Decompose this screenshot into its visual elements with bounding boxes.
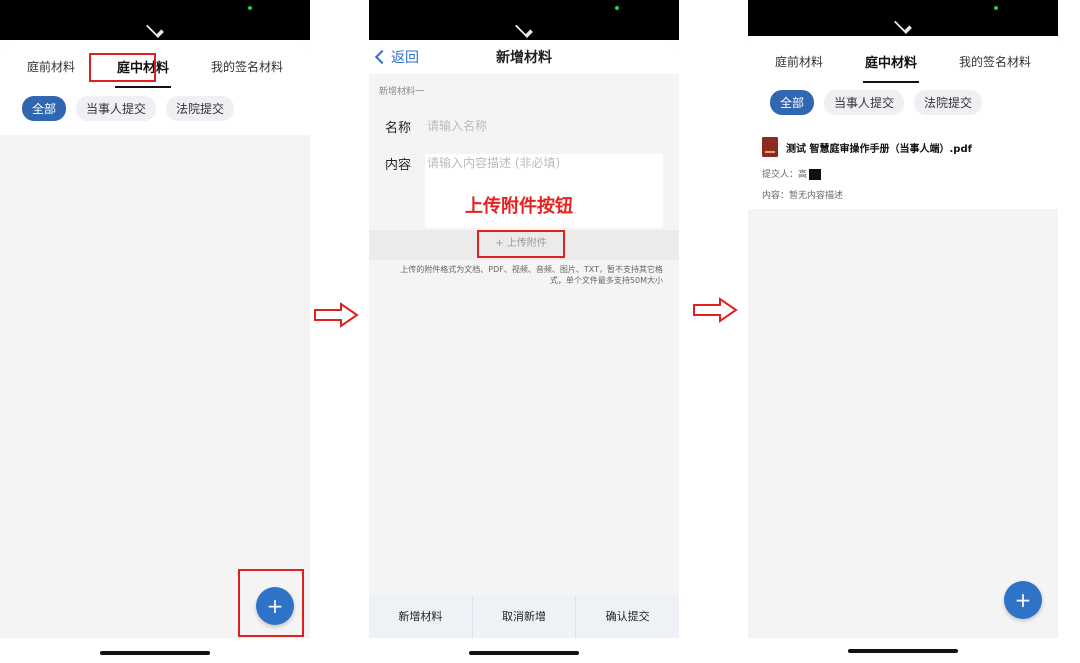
next-step-arrow-icon bbox=[693, 297, 738, 323]
phone-screen-materials-list: 庭前材料 庭中材料 我的签名材料 全部 当事人提交 法院提交 测试 智慧庭审操作… bbox=[748, 0, 1058, 663]
home-indicator bbox=[848, 649, 958, 653]
filter-all[interactable]: 全部 bbox=[22, 96, 67, 121]
cancel-add-action[interactable]: 取消新增 bbox=[473, 596, 577, 638]
filter-chips: 全部 当事人提交 法院提交 bbox=[748, 86, 1058, 129]
filter-all[interactable]: 全部 bbox=[770, 90, 815, 115]
material-tabs: 庭前材料 庭中材料 我的签名材料 bbox=[748, 36, 1058, 86]
tab-my-signed[interactable]: 我的签名材料 bbox=[955, 49, 1035, 74]
filter-court[interactable]: 法院提交 bbox=[166, 96, 235, 121]
content-textarea[interactable]: 请输入内容描述 (非必填) 上传附件按钮 bbox=[425, 154, 663, 228]
file-title: 测试 智慧庭审操作手册（当事人端）.pdf bbox=[762, 137, 1044, 157]
tab-intrial[interactable]: 庭中材料 bbox=[861, 48, 921, 83]
materials-sheet: 庭前材料 庭中材料 我的签名材料 全部 当事人提交 法院提交 + bbox=[0, 40, 310, 638]
status-bar bbox=[748, 0, 1058, 36]
sheet-header: 庭前材料 庭中材料 我的签名材料 全部 当事人提交 法院提交 bbox=[748, 36, 1058, 129]
back-button[interactable]: 返回 bbox=[374, 47, 419, 67]
tab-pretrial[interactable]: 庭前材料 bbox=[771, 49, 827, 74]
page-title: 新增材料 bbox=[496, 50, 552, 66]
phone-screen-materials-empty: 庭前材料 庭中材料 我的签名材料 全部 当事人提交 法院提交 + bbox=[0, 0, 310, 663]
add-material-action[interactable]: 新增材料 bbox=[369, 596, 473, 638]
file-name: 测试 智慧庭审操作手册（当事人端）.pdf bbox=[786, 143, 972, 155]
content-row: 内容 请输入内容描述 (非必填) 上传附件按钮 bbox=[369, 154, 679, 228]
status-indicator-icon bbox=[994, 6, 998, 10]
section-label: 新增材料一 bbox=[379, 87, 425, 97]
back-label: 返回 bbox=[391, 50, 419, 66]
status-indicator-icon bbox=[248, 6, 252, 10]
content-description: 内容：暂无内容描述 bbox=[762, 191, 844, 201]
sheet-header: 庭前材料 庭中材料 我的签名材料 全部 当事人提交 法院提交 bbox=[0, 40, 310, 135]
submitter-label: 提交人：高 bbox=[762, 170, 808, 180]
status-bar bbox=[369, 0, 679, 40]
back-chevron-icon bbox=[374, 49, 390, 65]
redaction-mask bbox=[809, 169, 822, 180]
add-material-sheet: 返回 新增材料 新增材料一 名称 请输入名称 内容 请输入内容描述 (非必填) … bbox=[369, 40, 679, 638]
add-material-button[interactable]: + bbox=[256, 587, 294, 625]
upload-note: 上传的附件格式为文档、PDF、视频、音频、图片、TXT，暂不支持其它格式，单个文… bbox=[400, 265, 663, 285]
upload-annotation: 上传附件按钮 bbox=[465, 196, 573, 217]
tab-highlight-box bbox=[89, 53, 156, 82]
status-bar bbox=[0, 0, 310, 40]
home-indicator bbox=[100, 651, 210, 655]
content-label: 内容 bbox=[385, 158, 412, 173]
tab-my-signed[interactable]: 我的签名材料 bbox=[207, 54, 287, 79]
content-placeholder: 请输入内容描述 (非必填) bbox=[427, 156, 561, 170]
materials-sheet: 庭前材料 庭中材料 我的签名材料 全部 当事人提交 法院提交 测试 智慧庭审操作… bbox=[748, 36, 1058, 638]
bottom-action-bar: 新增材料 取消新增 确认提交 bbox=[369, 596, 679, 638]
filter-party[interactable]: 当事人提交 bbox=[824, 90, 905, 115]
filter-party[interactable]: 当事人提交 bbox=[76, 96, 157, 121]
tutorial-canvas: 庭前材料 庭中材料 我的签名材料 全部 当事人提交 法院提交 + 返回 新增材料… bbox=[0, 0, 1080, 663]
phone-screen-add-material: 返回 新增材料 新增材料一 名称 请输入名称 内容 请输入内容描述 (非必填) … bbox=[369, 0, 679, 663]
filter-chips: 全部 当事人提交 法院提交 bbox=[0, 92, 310, 135]
collapse-chevron-icon[interactable] bbox=[146, 20, 164, 38]
collapse-chevron-icon[interactable] bbox=[515, 20, 533, 38]
status-indicator-icon bbox=[615, 6, 619, 10]
list-item[interactable]: 测试 智慧庭审操作手册（当事人端）.pdf 提交人：高 内容：暂无内容描述 bbox=[748, 129, 1058, 209]
filter-court[interactable]: 法院提交 bbox=[914, 90, 983, 115]
pdf-file-icon bbox=[762, 137, 778, 157]
upload-band: + 上传附件 bbox=[369, 230, 679, 260]
name-label: 名称 bbox=[385, 121, 412, 136]
name-row: 名称 请输入名称 bbox=[369, 117, 679, 136]
nav-bar: 返回 新增材料 bbox=[369, 40, 679, 74]
tab-pretrial[interactable]: 庭前材料 bbox=[23, 54, 79, 79]
confirm-submit-action[interactable]: 确认提交 bbox=[576, 596, 679, 638]
next-step-arrow-icon bbox=[314, 302, 359, 328]
upload-attachment-button[interactable]: + 上传附件 bbox=[477, 230, 565, 258]
add-material-button[interactable]: + bbox=[1004, 581, 1042, 619]
submitter-row: 提交人：高 bbox=[762, 167, 1044, 180]
collapse-chevron-icon[interactable] bbox=[894, 16, 912, 34]
home-indicator bbox=[469, 651, 579, 655]
name-input[interactable]: 请输入名称 bbox=[425, 117, 487, 134]
